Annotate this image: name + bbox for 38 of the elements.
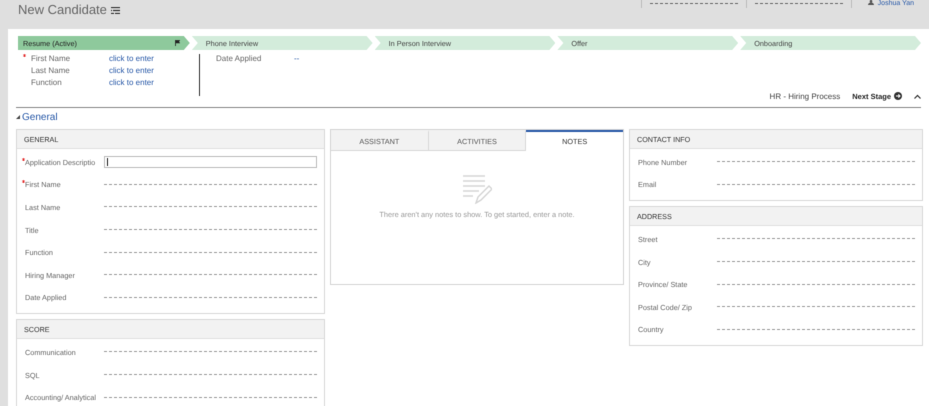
empty-field[interactable] — [104, 252, 317, 254]
page-title: New Candidate — [18, 2, 107, 17]
empty-field[interactable] — [104, 351, 317, 354]
note-icon — [462, 174, 492, 204]
empty-field[interactable] — [104, 184, 317, 186]
expand-triangle-icon[interactable] — [16, 115, 20, 119]
flag-icon[interactable] — [174, 40, 180, 46]
empty-field[interactable] — [717, 284, 915, 286]
empty-field[interactable] — [104, 396, 317, 399]
empty-field[interactable] — [717, 328, 915, 331]
empty-field[interactable] — [104, 274, 317, 276]
required-icon — [23, 54, 26, 56]
field-label: Date Applied — [216, 54, 262, 62]
empty-field[interactable] — [104, 296, 317, 299]
required-icon — [22, 180, 25, 184]
empty-field[interactable] — [717, 184, 915, 186]
empty-field[interactable] — [717, 161, 915, 164]
process-name: HR - Hiring Process — [770, 92, 840, 100]
empty-field[interactable] — [717, 238, 915, 240]
field-value[interactable]: click to enter — [109, 78, 154, 86]
empty-field[interactable] — [104, 374, 317, 376]
field-value[interactable]: click to enter — [109, 54, 154, 62]
empty-field[interactable] — [104, 206, 317, 208]
collapse-caret-icon[interactable] — [914, 94, 921, 98]
empty-field[interactable] — [717, 306, 915, 308]
empty-field[interactable] — [717, 261, 915, 264]
arrow-circle-icon[interactable] — [894, 92, 902, 100]
empty-field[interactable] — [104, 229, 317, 232]
field-label: Last Name — [30, 66, 71, 74]
field-label: First Name — [26, 54, 109, 62]
field-label: Function — [30, 78, 63, 86]
user-icon — [868, 0, 874, 5]
field-value[interactable]: -- — [294, 54, 300, 62]
required-icon — [22, 158, 25, 161]
input-field[interactable] — [104, 156, 317, 168]
section-title[interactable]: General — [22, 112, 58, 122]
field-value[interactable]: click to enter — [109, 66, 154, 74]
menu-icon[interactable] — [110, 7, 120, 14]
